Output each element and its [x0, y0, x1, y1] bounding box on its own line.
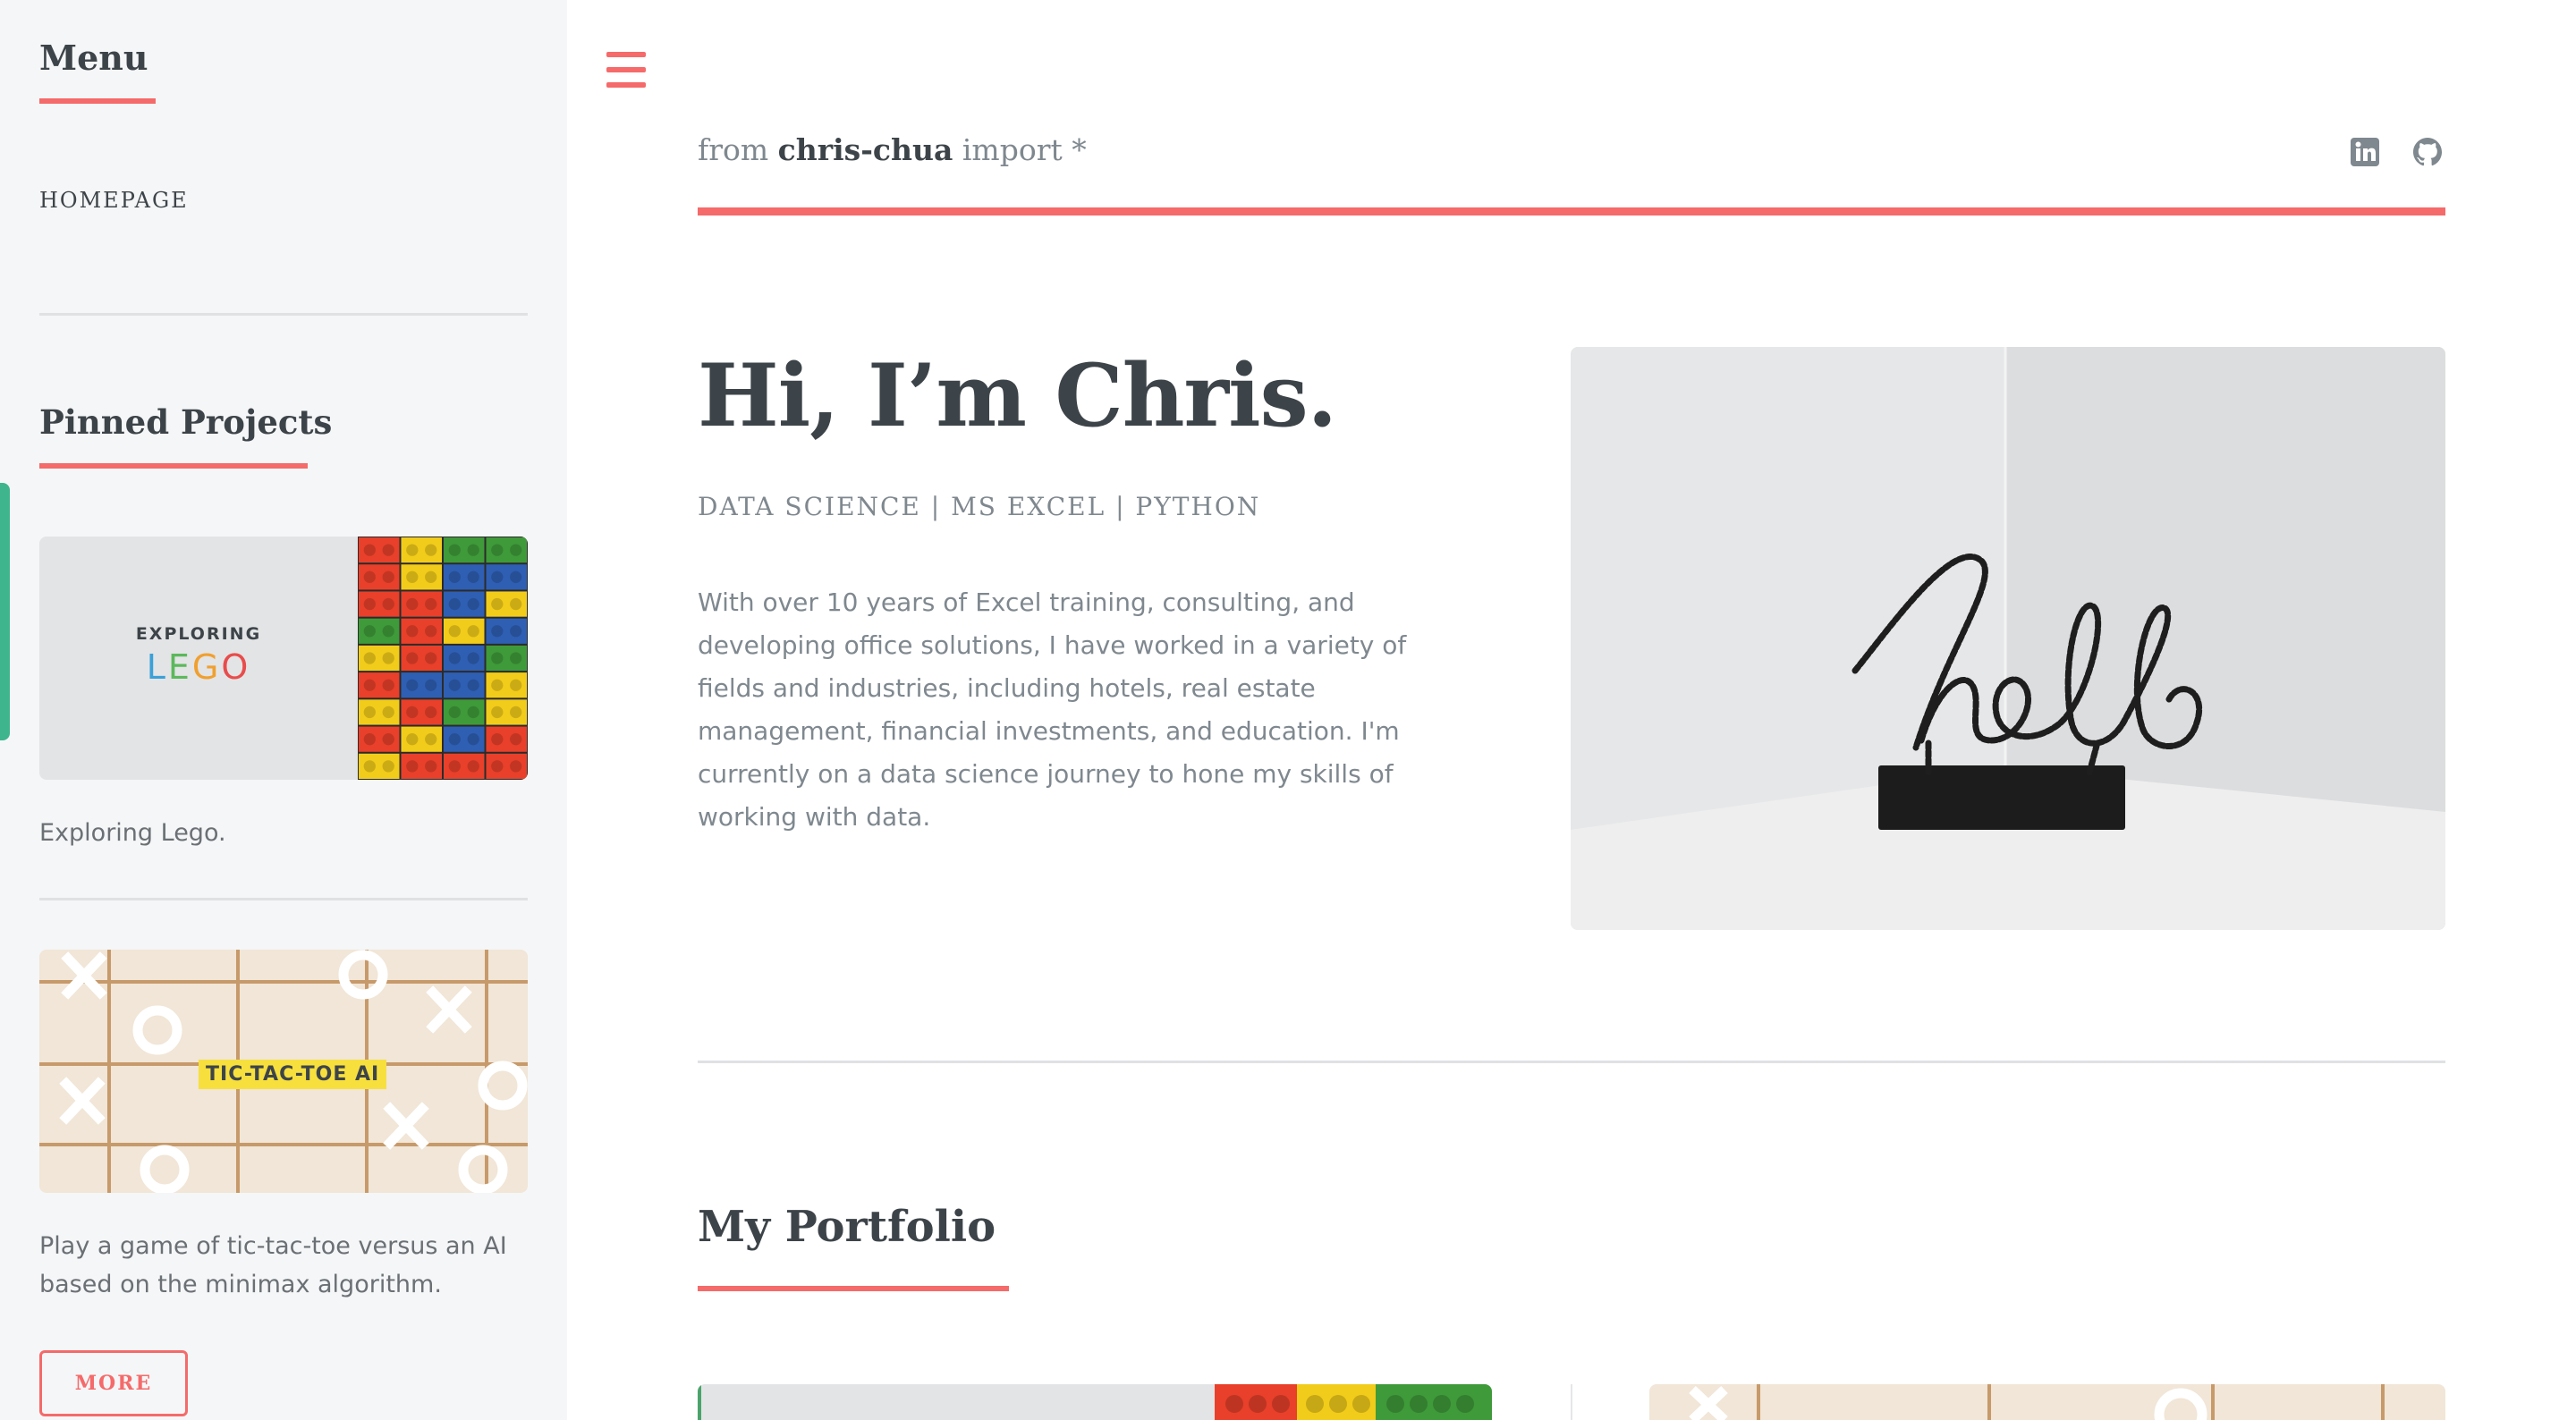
hero-hello-image	[1571, 347, 2445, 930]
menu-item-homepage[interactable]: HOMEPAGE	[39, 188, 189, 213]
hamburger-menu-icon[interactable]	[606, 52, 646, 88]
sidebar-divider	[39, 313, 528, 316]
portfolio-tic-tac-toe-image	[1689, 1384, 2385, 1420]
hero-description: With over 10 years of Excel training, co…	[698, 587, 1407, 832]
tic-tac-toe-project-image[interactable]: TIC-TAC-TOE AI	[39, 950, 528, 1193]
brand-name: chris-chua	[777, 132, 953, 167]
portfolio-heading: My Portfolio	[698, 1202, 996, 1252]
lego-image-small-text: EXPLORING	[135, 624, 262, 644]
brand-suffix: import *	[953, 132, 1087, 167]
portfolio-column-divider	[1571, 1384, 1572, 1420]
github-icon[interactable]	[2411, 136, 2444, 168]
lego-image-big-text: LEGO	[146, 647, 251, 687]
lego-project-image[interactable]: EXPLORING LEGO	[39, 537, 528, 780]
hero-title: Hi, I’m Chris.	[698, 345, 1337, 446]
header-accent-bar	[698, 207, 2445, 216]
brand-prefix: from	[698, 132, 778, 167]
hero-subtitle: DATA SCIENCE | MS EXCEL | PYTHON	[698, 492, 1261, 521]
portfolio-card-lego[interactable]	[698, 1384, 1492, 1420]
menu-heading-underline	[39, 98, 156, 104]
portfolio-lego-image	[698, 1384, 1492, 1420]
section-divider	[698, 1061, 2445, 1063]
more-button[interactable]: MORE	[39, 1350, 188, 1416]
portfolio-heading-underline	[698, 1286, 1009, 1291]
lego-image-title: EXPLORING LEGO	[39, 624, 358, 687]
sidebar-divider	[39, 898, 528, 900]
tic-tac-toe-project-caption: Play a game of tic-tac-toe versus an AI …	[39, 1232, 507, 1298]
lego-project-caption: Exploring Lego.	[39, 819, 226, 847]
sidebar: Menu HOMEPAGE Pinned Projects EXPLORING …	[0, 0, 567, 1420]
linkedin-icon[interactable]	[2349, 136, 2381, 168]
tic-tac-toe-image-label: TIC-TAC-TOE AI	[199, 1060, 387, 1089]
pinned-projects-underline	[39, 463, 308, 469]
menu-heading: Menu	[39, 38, 148, 78]
sidebar-edge-tab[interactable]	[0, 483, 10, 740]
pinned-projects-heading: Pinned Projects	[39, 402, 333, 442]
hello-sign-graphic	[1571, 347, 2445, 930]
lego-bricks-graphic	[358, 537, 528, 780]
site-brand[interactable]: from chris-chua import *	[698, 132, 1087, 167]
portfolio-card-tic-tac-toe[interactable]	[1649, 1384, 2445, 1420]
